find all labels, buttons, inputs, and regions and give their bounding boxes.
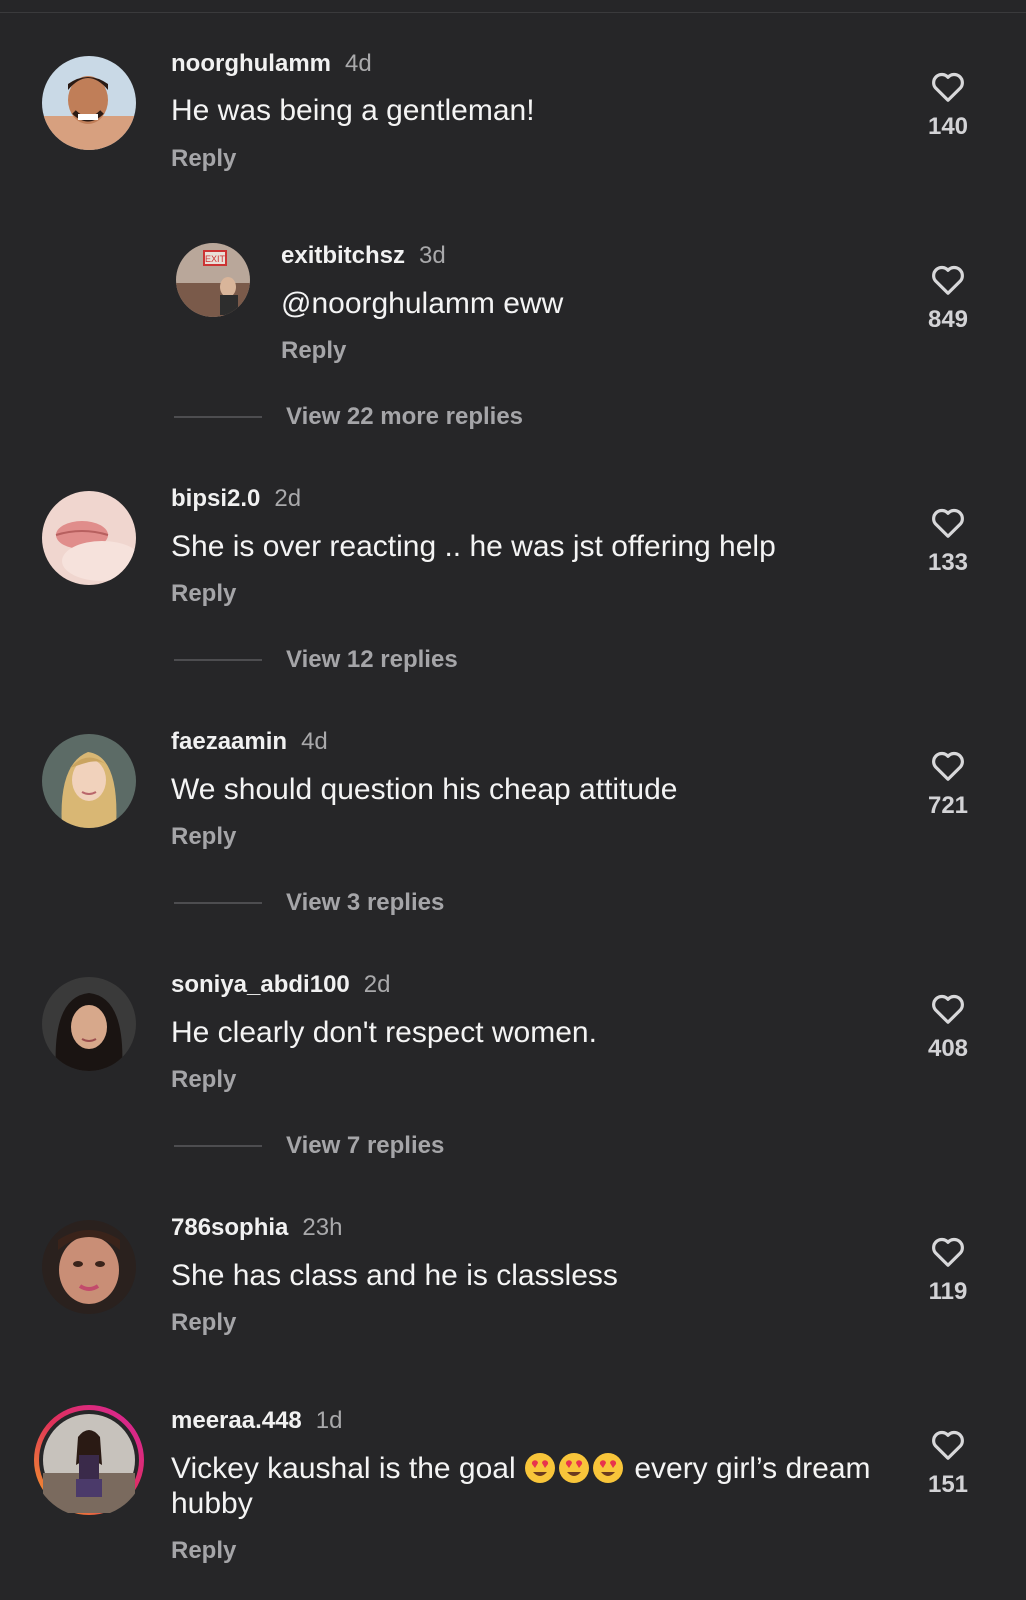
comment-text-part: Vickey kaushal is the goal — [171, 1452, 524, 1485]
username[interactable]: meeraa.448 — [171, 1407, 302, 1434]
reply-button[interactable]: Reply — [171, 145, 236, 173]
like-button[interactable]: 119 — [908, 1232, 988, 1306]
avatar-photo-woman-close — [42, 1220, 136, 1314]
like-button[interactable]: 133 — [908, 503, 988, 577]
top-divider — [0, 12, 1026, 13]
reply-button[interactable]: Reply — [171, 1309, 236, 1337]
timestamp: 4d — [345, 50, 372, 77]
avatar-photo-man — [42, 56, 136, 150]
comment-text: She is over reacting .. he was jst offer… — [171, 530, 776, 563]
timestamp: 23h — [302, 1214, 343, 1241]
heart-icon — [932, 508, 964, 538]
svg-text:EXIT: EXIT — [205, 254, 226, 264]
username[interactable]: exitbitchsz — [281, 242, 405, 269]
reply-button[interactable]: Reply — [281, 337, 346, 365]
avatar[interactable] — [42, 1220, 136, 1314]
username[interactable]: soniya_abdi100 — [171, 971, 350, 998]
comment-meta: bipsi2.0 2d — [171, 485, 301, 513]
like-button[interactable]: 721 — [908, 746, 988, 820]
view-more-replies[interactable]: View 7 replies — [174, 1132, 444, 1160]
like-count: 140 — [927, 113, 969, 140]
avatar[interactable] — [42, 977, 136, 1071]
view-replies-label: View 3 replies — [286, 889, 445, 916]
comment-text: Vickey kaushal is the goal every girl’s … — [171, 1451, 891, 1521]
heart-icon — [932, 994, 964, 1024]
like-button[interactable]: 408 — [908, 989, 988, 1063]
reply-button[interactable]: Reply — [171, 1537, 236, 1565]
comment-meta: meeraa.448 1d — [171, 1407, 342, 1435]
view-more-replies[interactable]: View 12 replies — [174, 646, 458, 674]
timestamp: 2d — [274, 485, 302, 512]
heart-eyes-emoji-icon — [592, 1453, 623, 1483]
like-count: 151 — [927, 1471, 969, 1498]
view-replies-label: View 7 replies — [286, 1132, 445, 1159]
replies-divider — [174, 902, 262, 904]
comment-meta: faezaamin 4d — [171, 728, 328, 756]
comment-meta: noorghulamm 4d — [171, 50, 372, 78]
comment-text: He clearly don't respect women. — [171, 1016, 597, 1049]
like-count: 849 — [927, 306, 969, 333]
heart-icon — [932, 1237, 964, 1267]
like-button[interactable]: 849 — [908, 260, 988, 334]
username[interactable]: faezaamin — [171, 728, 287, 755]
comment-meta: exitbitchsz 3d — [281, 242, 446, 270]
username[interactable]: bipsi2.0 — [171, 485, 260, 512]
username[interactable]: noorghulamm — [171, 50, 331, 77]
reply-button[interactable]: Reply — [171, 580, 236, 608]
avatar-photo-woman-blonde — [42, 734, 136, 828]
like-count: 119 — [928, 1278, 968, 1305]
avatar[interactable] — [42, 491, 136, 585]
timestamp: 3d — [419, 242, 446, 269]
comment-text: She has class and he is classless — [171, 1259, 618, 1292]
heart-eyes-emoji-icon — [524, 1453, 555, 1483]
comment-meta: 786sophia 23h — [171, 1214, 342, 1242]
avatar[interactable] — [42, 734, 136, 828]
heart-eyes-emoji-icon — [558, 1453, 589, 1483]
comments-screen: noorghulamm 4d He was being a gentleman! … — [0, 0, 1026, 1600]
view-replies-label: View 12 replies — [286, 646, 458, 673]
comment-text: We should question his cheap attitude — [171, 773, 678, 806]
heart-icon — [932, 751, 964, 781]
replies-divider — [174, 416, 262, 418]
view-more-replies[interactable]: View 22 more replies — [174, 403, 523, 431]
heart-icon — [932, 1430, 964, 1460]
avatar-photo-woman-dark-hair — [42, 977, 136, 1071]
like-button[interactable]: 140 — [908, 67, 988, 141]
heart-icon — [932, 72, 964, 102]
reply-button[interactable]: Reply — [171, 823, 236, 851]
like-count: 408 — [927, 1035, 969, 1062]
view-replies-label: View 22 more replies — [286, 403, 524, 430]
avatar[interactable] — [42, 56, 136, 150]
username[interactable]: 786sophia — [171, 1214, 288, 1241]
comment-text: He was being a gentleman! — [171, 94, 535, 127]
reply-button[interactable]: Reply — [171, 1066, 236, 1094]
comment-meta: soniya_abdi100 2d — [171, 971, 390, 999]
heart-icon — [932, 265, 964, 295]
replies-divider — [174, 659, 262, 661]
like-count: 721 — [927, 792, 969, 819]
avatar-photo-lips — [42, 491, 136, 585]
view-more-replies[interactable]: View 3 replies — [174, 889, 444, 917]
timestamp: 2d — [363, 971, 391, 998]
avatar-photo-woman-story-ring — [34, 1405, 144, 1515]
avatar-photo-exit-sign: EXIT — [176, 243, 250, 317]
like-count: 133 — [927, 549, 969, 576]
timestamp: 1d — [315, 1407, 343, 1434]
timestamp: 4d — [301, 728, 328, 755]
avatar-story-ring[interactable] — [32, 1403, 146, 1517]
replies-divider — [174, 1145, 262, 1147]
like-button[interactable]: 151 — [908, 1425, 988, 1499]
comment-text: @noorghulamm eww — [281, 287, 564, 320]
avatar[interactable]: EXIT — [176, 243, 250, 317]
